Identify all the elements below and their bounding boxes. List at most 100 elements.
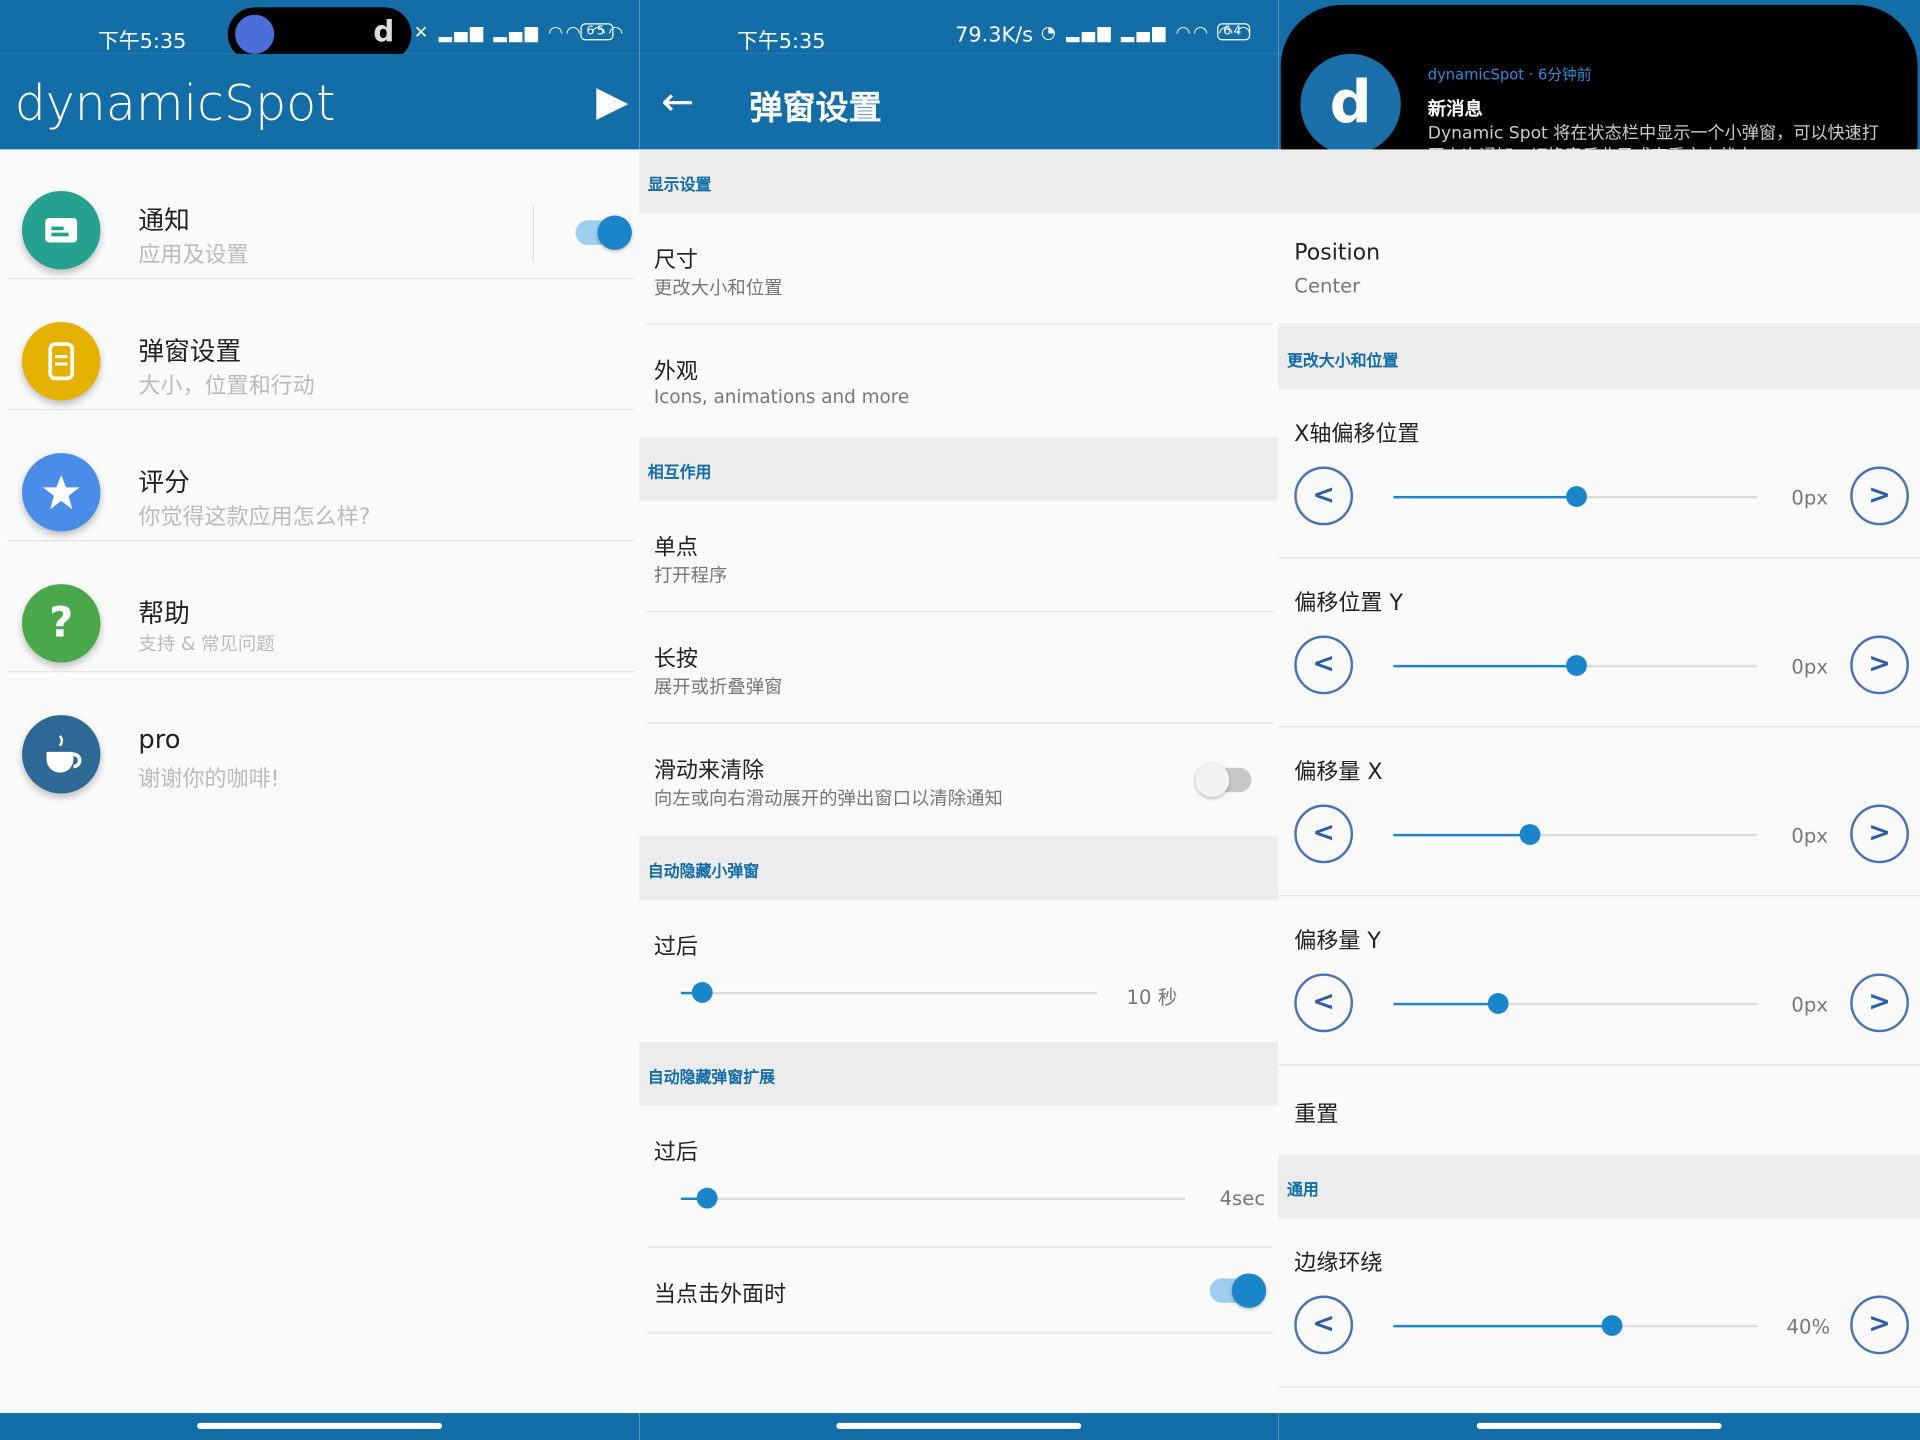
slider-value: 40% xyxy=(1786,1315,1831,1339)
decrease-button[interactable]: < xyxy=(1294,804,1354,864)
menu-item-title: 帮助 xyxy=(138,598,190,629)
setting-subtitle: 打开程序 xyxy=(653,564,728,587)
section-header: 自动隐藏弹窗扩展 xyxy=(639,1042,1279,1106)
notification-title: 新消息 xyxy=(1427,97,1483,120)
menu-item-popup-settings[interactable]: 弹窗设置 大小，位置和行动 xyxy=(7,280,635,411)
outside-tap-toggle[interactable] xyxy=(1209,1273,1267,1308)
edge-wrap-slider[interactable] xyxy=(1393,1315,1758,1336)
decrease-button[interactable]: < xyxy=(1294,973,1354,1033)
y-offset-position-slider[interactable] xyxy=(1393,655,1758,676)
autohide-expanded-setting: 过后 4sec xyxy=(646,1106,1274,1248)
home-indicator[interactable] xyxy=(836,1422,1082,1429)
status-time: 下午5:35 xyxy=(97,29,187,54)
status-bar: 下午5:35 79.3K/s ◔ ▂▄▆ ▂▄▆ ◠◠ ◠◠ 64 xyxy=(639,0,1279,54)
menu-item-title: 通知 xyxy=(138,205,190,236)
star-icon xyxy=(22,453,101,532)
battery-icon: 64 xyxy=(1212,22,1250,42)
autohide-small-slider[interactable] xyxy=(680,982,1098,1003)
position-setting[interactable]: Position Center xyxy=(1278,213,1920,325)
edge-wrap-setting: 边缘环绕 < 40% > xyxy=(1278,1218,1920,1388)
slider-value: 0px xyxy=(1791,993,1828,1017)
increase-button[interactable]: > xyxy=(1850,804,1909,864)
slider-fill xyxy=(1393,1324,1612,1328)
slider-thumb[interactable] xyxy=(1565,655,1587,676)
setting-title: 偏移位置 Y xyxy=(1294,590,1403,616)
setting-title: 外观 xyxy=(653,358,698,385)
slider-value: 0px xyxy=(1791,486,1828,510)
back-arrow-icon[interactable]: ← xyxy=(661,78,694,125)
x-offset-setting: 偏移量 X < 0px > xyxy=(1278,727,1920,897)
setting-title: 单点 xyxy=(653,535,698,561)
section-header: 相互作用 xyxy=(639,437,1279,501)
app-bar: ← 弹窗设置 xyxy=(639,53,1279,150)
increase-button[interactable]: > xyxy=(1850,466,1909,526)
battery-icon: 65 xyxy=(576,22,614,42)
y-offset-position-setting: 偏移位置 Y < 0px > xyxy=(1278,558,1920,728)
menu-item-help[interactable]: ? 帮助 支持 & 常见问题 xyxy=(7,542,635,673)
x-offset-position-setting: X轴偏移位置 < 0px > xyxy=(1278,389,1920,559)
avatar-icon xyxy=(235,14,275,54)
nav-bar xyxy=(0,1413,640,1440)
menu-item-pro[interactable]: pro 谢谢你的咖啡! xyxy=(7,673,634,803)
increase-button[interactable]: > xyxy=(1850,1295,1909,1355)
setting-title: 过后 xyxy=(653,934,698,960)
section-header: 自动隐藏小弹窗 xyxy=(639,836,1279,900)
swipe-clear-toggle[interactable] xyxy=(1195,762,1252,798)
x-offset-slider[interactable] xyxy=(1393,824,1758,845)
notification-meta: dynamicSpot · 6分钟前 xyxy=(1427,66,1592,84)
slider-thumb[interactable] xyxy=(691,982,713,1003)
single-tap-setting[interactable]: 单点 打开程序 xyxy=(646,501,1274,613)
x-offset-position-slider[interactable] xyxy=(1393,486,1758,507)
dynamicspot-icon: d xyxy=(373,14,395,49)
setting-title: Position xyxy=(1294,240,1381,266)
size-setting[interactable]: 尺寸 更改大小和位置 xyxy=(646,213,1274,325)
popup-settings-screen: 下午5:35 79.3K/s ◔ ▂▄▆ ▂▄▆ ◠◠ ◠◠ 64 ← 弹窗设置… xyxy=(639,0,1279,1440)
menu-item-rate[interactable]: 评分 你觉得这款应用怎么样? xyxy=(7,411,635,542)
home-indicator[interactable] xyxy=(197,1422,443,1429)
slider-thumb[interactable] xyxy=(1520,824,1541,845)
slider-thumb[interactable] xyxy=(1565,486,1587,507)
toggle-knob xyxy=(1231,1273,1267,1308)
play-icon[interactable] xyxy=(596,88,629,120)
decrease-button[interactable]: < xyxy=(1294,635,1354,695)
slider-value: 0px xyxy=(1791,655,1828,679)
setting-subtitle: 更改大小和位置 xyxy=(653,276,783,299)
main-screen: 下午5:35 d ✕ ▂▄▆ ▂▄▆ ◠◠ ◠◠ 65 dynamicSpot … xyxy=(0,0,640,1440)
network-speed: 79.3K/s xyxy=(955,23,1033,48)
section-header: 通用 xyxy=(1278,1154,1920,1219)
y-offset-slider[interactable] xyxy=(1393,993,1758,1014)
notification-toggle[interactable] xyxy=(575,215,632,250)
slider-thumb[interactable] xyxy=(696,1187,718,1209)
slider-fill xyxy=(1393,833,1530,837)
menu-item-subtitle: 大小，位置和行动 xyxy=(138,373,315,400)
increase-button[interactable]: > xyxy=(1850,973,1909,1033)
setting-title: 尺寸 xyxy=(653,247,698,274)
long-press-setting[interactable]: 长按 展开或折叠弹窗 xyxy=(646,612,1274,724)
menu-item-title: pro xyxy=(138,724,181,755)
autohide-expanded-slider[interactable] xyxy=(680,1187,1186,1209)
question-icon: ? xyxy=(22,584,101,663)
reset-label: 重置 xyxy=(1294,1102,1339,1128)
home-indicator[interactable] xyxy=(1476,1422,1722,1429)
size-position-screen: d dynamicSpot · 6分钟前 新消息 Dynamic Spot 将在… xyxy=(1278,0,1920,1440)
nav-bar xyxy=(639,1413,1279,1440)
slider-thumb[interactable] xyxy=(1487,993,1509,1014)
outside-tap-setting[interactable]: 当点击外面时 xyxy=(646,1248,1274,1334)
decrease-button[interactable]: < xyxy=(1294,466,1354,526)
setting-subtitle: 向左或向右滑动展开的弹出窗口以清除通知 xyxy=(653,787,1003,810)
appearance-setting[interactable]: 外观 Icons, animations and more xyxy=(647,324,1274,435)
slider-thumb[interactable] xyxy=(1601,1315,1623,1336)
increase-button[interactable]: > xyxy=(1850,635,1909,695)
slider-value: 0px xyxy=(1791,824,1828,848)
coffee-icon xyxy=(22,715,101,794)
setting-title: X轴偏移位置 xyxy=(1294,421,1420,447)
menu-item-subtitle: 你觉得这款应用怎么样? xyxy=(138,504,371,531)
slider-fill xyxy=(1393,1002,1498,1006)
swipe-clear-setting[interactable]: 滑动来清除 向左或向右滑动展开的弹出窗口以清除通知 xyxy=(647,724,1274,837)
status-time: 下午5:35 xyxy=(737,29,826,54)
setting-value: Center xyxy=(1294,274,1361,298)
menu-item-notifications[interactable]: 通知 应用及设置 xyxy=(7,149,635,280)
reset-button[interactable]: 重置 xyxy=(1278,1065,1920,1154)
decrease-button[interactable]: < xyxy=(1294,1295,1354,1355)
setting-title: 滑动来清除 xyxy=(653,757,765,784)
